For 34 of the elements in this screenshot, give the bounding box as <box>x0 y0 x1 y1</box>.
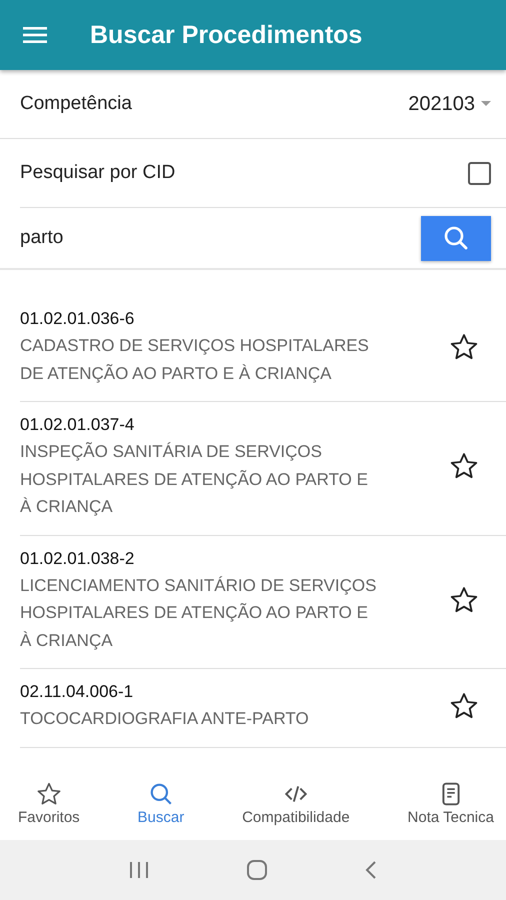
nav-tab[interactable]: Compatibilidade <box>242 780 350 826</box>
procedure-description: TOCOCARDIOGRAFIA ANTE-PARTO <box>20 708 310 730</box>
dropdown-arrow-icon <box>481 101 491 107</box>
favorite-star-icon[interactable] <box>449 332 479 362</box>
procedure-code: 01.02.01.036-6 <box>20 308 136 330</box>
result-item[interactable]: 01.02.01.037-4 INSPEÇÃO SANITÁRIA DE SERVIÇOS HOSPITALARES DE ATENÇÃO AO PARTO E À CRIANÇA <box>20 402 506 536</box>
result-item[interactable]: 02.11.04.006-1 TOCOCARDIOGRAFIA ANTE-PARTO <box>20 669 506 748</box>
search-icon <box>148 780 174 806</box>
cid-option-label: Pesquisar por CID <box>20 162 176 184</box>
result-item[interactable]: 01.02.01.038-2 LICENCIAMENTO SANITÁRIO DE SERVIÇOS HOSPITALARES DE ATENÇÃO AO PARTO E À CRIANÇA <box>20 536 506 669</box>
competencia-dropdown[interactable]: 202103 <box>408 92 491 116</box>
search-field[interactable]: parto <box>20 223 320 253</box>
menu-icon[interactable] <box>23 26 47 44</box>
competencia-label: Competência <box>20 93 132 115</box>
procedure-code: 01.02.01.038-2 <box>20 548 136 570</box>
procedure-description: INSPEÇÃO SANITÁRIA DE SERVIÇOS HOSPITALARES DE ATENÇÃO AO PARTO E À CRIANÇA <box>20 441 369 518</box>
procedure-description: CADASTRO DE SERVIÇOS HOSPITALARES DE ATENÇÃO AO PARTO E À CRIANÇA <box>20 335 370 385</box>
procedure-code: 02.11.04.006-1 <box>20 681 134 703</box>
nav-tab[interactable]: Nota Tecnica <box>408 780 494 826</box>
home-icon[interactable] <box>246 859 268 881</box>
back-icon[interactable] <box>364 860 378 880</box>
recent-apps-icon[interactable] <box>128 861 150 879</box>
favorite-star-icon[interactable] <box>449 690 479 721</box>
nav-tab[interactable]: Buscar <box>138 780 184 826</box>
checkbox[interactable] <box>468 162 491 184</box>
procedure-description: LICENCIAMENTO SANITÁRIO DE SERVIÇOS HOSPITALARES DE ATENÇÃO AO PARTO E À CRIANÇA <box>20 574 378 652</box>
app-title: Buscar Procedimentos <box>90 20 362 50</box>
star-icon <box>36 780 62 806</box>
favorite-star-icon[interactable] <box>449 584 479 615</box>
search-button[interactable] <box>421 216 491 260</box>
result-item[interactable]: 01.02.01.036-6 CADASTRO DE SERVIÇOS HOSPITALARES DE ATENÇÃO AO PARTO E À CRIANÇA <box>20 296 506 402</box>
search-icon <box>443 225 469 251</box>
procedure-code: 01.02.01.037-4 <box>20 414 136 436</box>
nav-tab[interactable]: Favoritos <box>18 780 80 826</box>
